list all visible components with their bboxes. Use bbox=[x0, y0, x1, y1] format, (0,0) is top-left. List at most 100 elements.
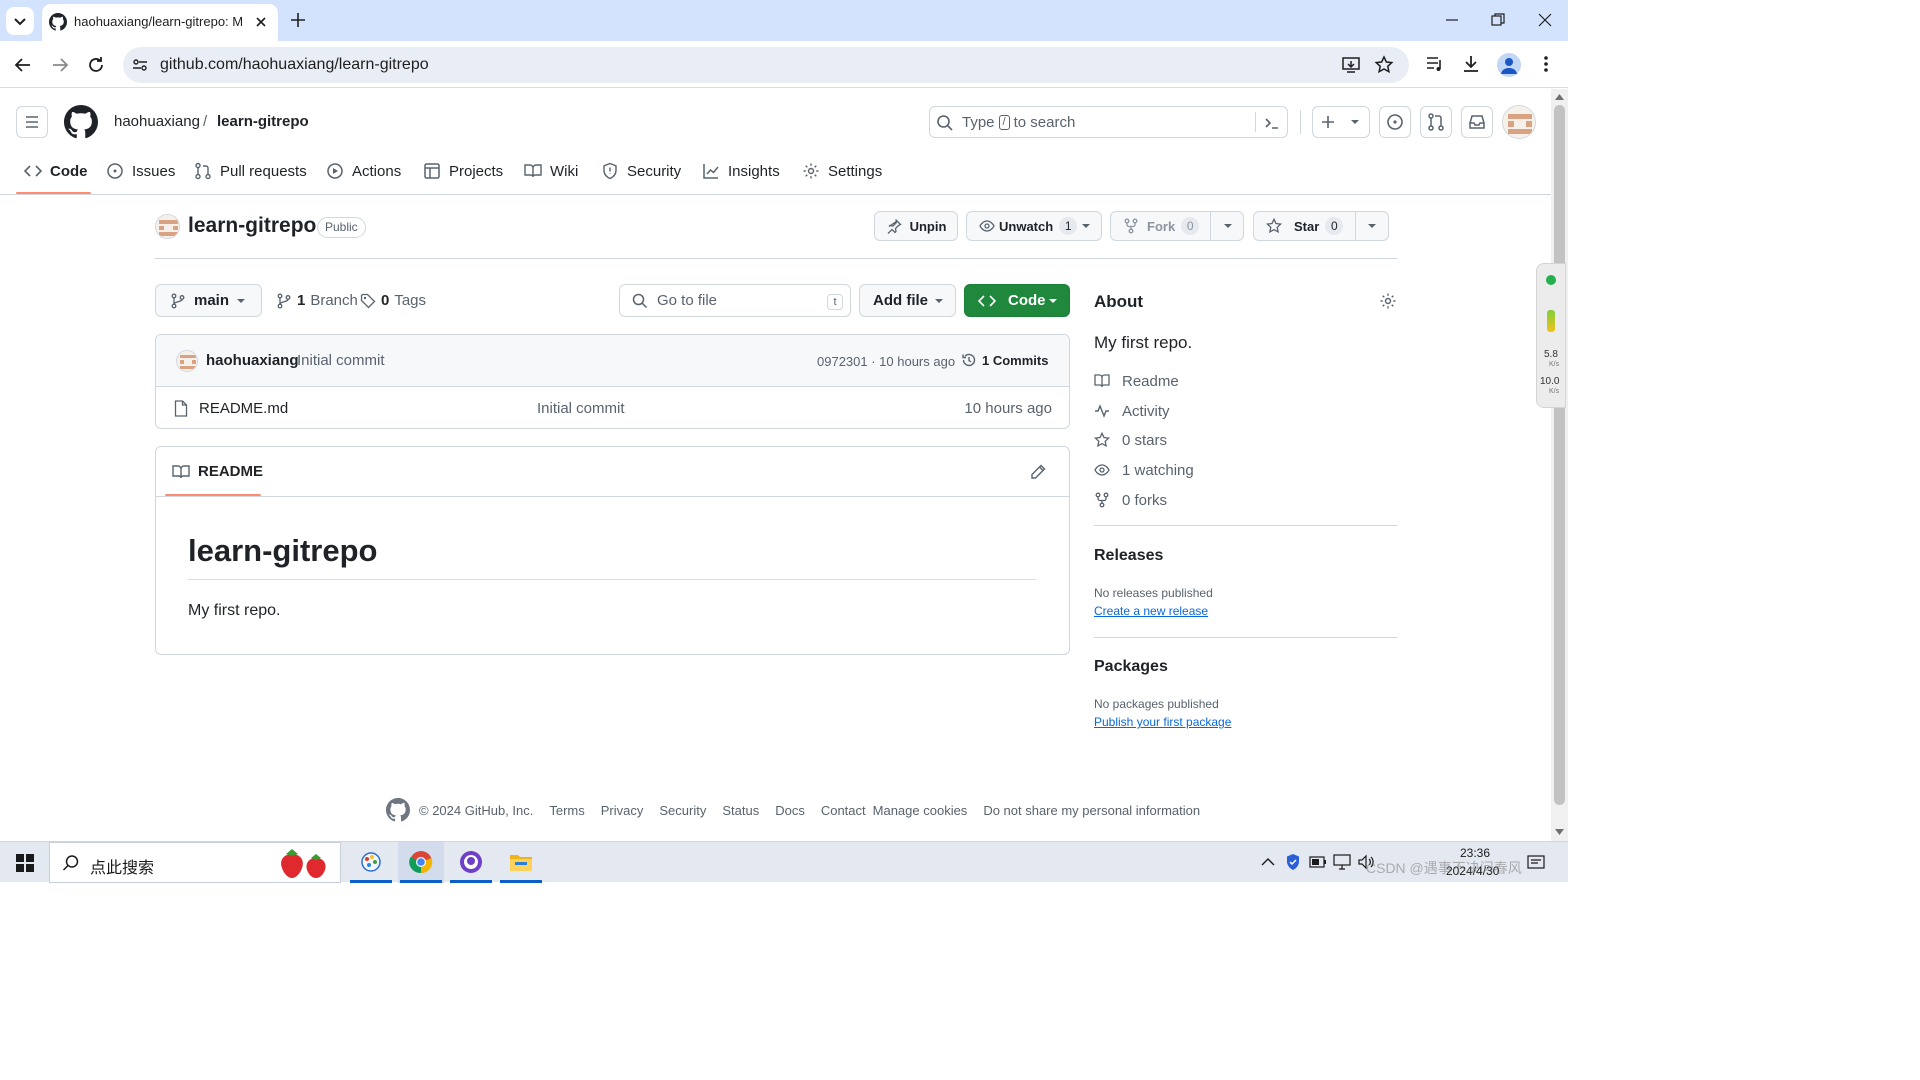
back-arrow-icon[interactable] bbox=[12, 54, 34, 76]
network-monitor-icon[interactable] bbox=[1333, 854, 1351, 870]
footer-manage-cookies[interactable]: Manage cookies bbox=[873, 803, 968, 818]
tab-actions[interactable]: Actions bbox=[326, 161, 401, 181]
create-new-button[interactable] bbox=[1312, 106, 1370, 138]
scroll-down-arrow-icon[interactable] bbox=[1555, 828, 1564, 836]
download-icon[interactable] bbox=[1461, 54, 1481, 74]
scrollbar-thumb[interactable] bbox=[1554, 105, 1565, 805]
create-release-link[interactable]: Create a new release bbox=[1094, 604, 1208, 618]
tab-code[interactable]: Code bbox=[24, 161, 88, 181]
new-tab-icon[interactable] bbox=[288, 10, 308, 30]
repo-link[interactable]: learn-gitrepo bbox=[217, 113, 309, 130]
github-logo-icon[interactable] bbox=[386, 798, 410, 822]
hamburger-icon bbox=[26, 116, 38, 128]
footer-privacy[interactable]: Privacy bbox=[601, 803, 644, 818]
install-app-icon[interactable] bbox=[1341, 55, 1361, 75]
watching-link[interactable]: 1 watching bbox=[1094, 459, 1194, 481]
user-avatar[interactable] bbox=[1502, 105, 1536, 139]
reload-icon[interactable] bbox=[85, 54, 107, 76]
security-shield-icon[interactable] bbox=[1285, 853, 1301, 871]
window-close-icon[interactable] bbox=[1537, 12, 1553, 28]
branch-selector[interactable]: main bbox=[155, 284, 262, 317]
go-to-file-input[interactable]: Go to file t bbox=[619, 284, 851, 317]
tab-security[interactable]: Security bbox=[601, 161, 681, 181]
pencil-icon[interactable] bbox=[1029, 463, 1047, 481]
network-speed-widget[interactable]: 5.8 K/s 10.0 K/s bbox=[1536, 263, 1566, 408]
readme-box: README learn-gitrepo My first repo. bbox=[155, 446, 1070, 655]
battery-icon[interactable] bbox=[1309, 856, 1327, 868]
page-scrollbar[interactable] bbox=[1551, 89, 1568, 841]
packages-title[interactable]: Packages bbox=[1094, 658, 1168, 676]
triangle-down-icon[interactable] bbox=[1364, 218, 1380, 234]
footer-contact[interactable]: Contact bbox=[821, 803, 866, 818]
footer-status[interactable]: Status bbox=[722, 803, 759, 818]
close-icon[interactable] bbox=[252, 13, 270, 31]
triangle-down-icon[interactable] bbox=[1220, 218, 1236, 234]
tab-projects[interactable]: Projects bbox=[423, 161, 503, 181]
bookmark-star-icon[interactable] bbox=[1374, 55, 1394, 75]
windows-start-icon[interactable] bbox=[16, 854, 34, 872]
active-indicator bbox=[500, 880, 542, 883]
browser-tab-active[interactable]: haohuaxiang/learn-gitrepo: M bbox=[42, 4, 278, 41]
publish-package-link[interactable]: Publish your first package bbox=[1094, 715, 1231, 729]
commits-link[interactable]: 1 Commits bbox=[961, 352, 1048, 368]
releases-empty: No releases published bbox=[1094, 586, 1213, 600]
github-logo-icon[interactable] bbox=[64, 105, 98, 139]
readme-link[interactable]: Readme bbox=[1094, 370, 1179, 392]
tag-count: 0 bbox=[381, 292, 390, 309]
star-button[interactable]: Star 0 bbox=[1253, 211, 1389, 241]
chevron-up-icon[interactable] bbox=[1261, 856, 1275, 868]
taskbar-app-github-desktop[interactable] bbox=[448, 842, 494, 883]
minimize-icon[interactable] bbox=[1444, 12, 1460, 28]
stars-link[interactable]: 0 stars bbox=[1094, 429, 1167, 451]
more-vertical-icon[interactable] bbox=[1538, 54, 1554, 74]
taskbar-search-input[interactable]: 点此搜索 bbox=[49, 842, 341, 883]
file-commit-message[interactable]: Initial commit bbox=[537, 400, 625, 417]
owner-link[interactable]: haohuaxiang bbox=[114, 113, 200, 130]
issues-button[interactable] bbox=[1379, 106, 1411, 138]
gear-icon[interactable] bbox=[1379, 292, 1397, 310]
pull-requests-button[interactable] bbox=[1420, 106, 1452, 138]
commit-message[interactable]: Initial commit bbox=[297, 352, 385, 369]
tab-pull-requests[interactable]: Pull requests bbox=[194, 161, 307, 181]
search-input[interactable]: Type / to search bbox=[929, 106, 1288, 138]
add-file-button[interactable]: Add file bbox=[859, 284, 956, 317]
notification-icon[interactable] bbox=[1527, 854, 1545, 872]
menu-button[interactable] bbox=[16, 106, 48, 138]
fork-button[interactable]: Fork 0 bbox=[1110, 211, 1244, 241]
command-palette-icon[interactable] bbox=[1262, 113, 1282, 133]
repo-title[interactable]: learn-gitrepo bbox=[188, 214, 316, 238]
releases-title[interactable]: Releases bbox=[1094, 547, 1163, 565]
commit-author[interactable]: haohuaxiang bbox=[206, 352, 299, 369]
tab-search-button[interactable] bbox=[6, 7, 34, 35]
activity-link[interactable]: Activity bbox=[1094, 400, 1170, 422]
tab-issues[interactable]: Issues bbox=[106, 161, 175, 181]
footer-terms[interactable]: Terms bbox=[549, 803, 584, 818]
tab-insights[interactable]: Insights bbox=[702, 161, 780, 181]
table-row[interactable]: README.md Initial commit 10 hours ago bbox=[156, 388, 1069, 428]
tab-wiki[interactable]: Wiki bbox=[524, 161, 578, 181]
unwatch-button[interactable]: Unwatch 1 bbox=[966, 211, 1102, 241]
media-control-icon[interactable] bbox=[1425, 54, 1445, 74]
readme-tab[interactable]: README bbox=[172, 463, 263, 480]
scroll-up-arrow-icon[interactable] bbox=[1555, 93, 1564, 101]
forward-arrow-icon[interactable] bbox=[49, 54, 71, 76]
file-name[interactable]: README.md bbox=[199, 400, 288, 417]
taskbar-app-chrome[interactable] bbox=[398, 842, 444, 883]
footer-docs[interactable]: Docs bbox=[775, 803, 805, 818]
taskbar-app-file-explorer[interactable] bbox=[498, 842, 544, 883]
inbox-button[interactable] bbox=[1461, 106, 1493, 138]
footer-security[interactable]: Security bbox=[659, 803, 706, 818]
restore-icon[interactable] bbox=[1490, 12, 1506, 28]
profile-avatar[interactable] bbox=[1497, 53, 1521, 77]
site-settings-icon[interactable] bbox=[131, 56, 149, 74]
tab-settings[interactable]: Settings bbox=[802, 161, 882, 181]
address-bar[interactable]: github.com/haohuaxiang/learn-gitrepo bbox=[123, 47, 1409, 83]
taskbar-app-paint[interactable] bbox=[348, 842, 394, 883]
unpin-button[interactable]: Unpin bbox=[874, 211, 958, 241]
branches-link[interactable]: 1 Branch bbox=[276, 292, 358, 309]
code-button[interactable]: Code bbox=[964, 284, 1070, 317]
footer-do-not-share[interactable]: Do not share my personal information bbox=[983, 803, 1200, 818]
commit-hash-time[interactable]: 0972301 · 10 hours ago bbox=[817, 354, 955, 369]
tags-link[interactable]: 0 Tags bbox=[360, 292, 426, 309]
forks-link[interactable]: 0 forks bbox=[1094, 489, 1167, 511]
